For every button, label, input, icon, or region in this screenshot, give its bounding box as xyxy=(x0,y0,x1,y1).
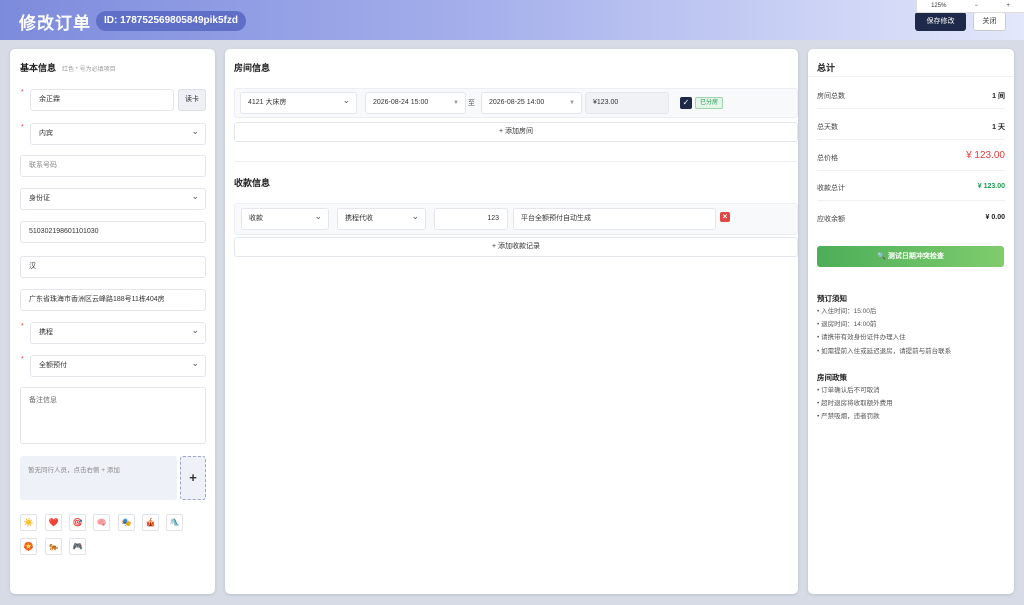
chevron-down-icon: ⌄ xyxy=(411,211,419,221)
balance-due-label: 应收余额 xyxy=(817,216,845,223)
total-received-label: 收款总计 xyxy=(817,185,845,192)
basic-info-title: 基本信息 xyxy=(20,63,57,73)
ethnicity-input[interactable]: 汉 xyxy=(20,256,206,278)
total-price-label: 总价格 xyxy=(817,155,838,162)
room-policy-item: • 订单确认后不可取消 xyxy=(817,387,880,394)
payment-type-select[interactable]: 收款 ⌄ xyxy=(241,208,329,230)
payment-method-select[interactable]: 携程代收 ⌄ xyxy=(337,208,426,230)
payment-amount-input[interactable]: 123 xyxy=(434,208,508,230)
summary-divider xyxy=(808,76,1014,77)
close-button[interactable]: 关闭 xyxy=(973,12,1006,31)
source-value: 携程 xyxy=(39,329,53,336)
booking-notice-item: • 入住时间：15:00后 xyxy=(817,308,877,315)
add-payment-button[interactable]: + 添加收款记录 xyxy=(234,237,798,257)
phone-input[interactable]: 联系号码 xyxy=(20,155,206,177)
order-id-badge: ID: 178752569805849pik5fzd xyxy=(96,11,246,31)
total-price-value: ¥ 123.00 xyxy=(966,150,1005,161)
search-icon: 🔍 xyxy=(877,253,886,260)
room-price-input[interactable]: ¥123.00 xyxy=(585,92,669,114)
rooms-title: 房间信息 xyxy=(234,63,271,73)
circus-emoji-button[interactable]: 🎪 xyxy=(142,514,159,531)
room-value: 4121 大床房 xyxy=(248,99,287,106)
address-input[interactable]: 广东省珠海市香洲区云峰路188号11栋404房 xyxy=(20,289,206,311)
payment-type-value: 全额预付 xyxy=(39,362,67,369)
balance-due-value: ¥ 0.00 xyxy=(985,214,1005,221)
room-policy-item: • 超时退房将收取额外费用 xyxy=(817,400,893,407)
total-rooms-value: 1 间 xyxy=(992,93,1005,100)
total-days-row: 总天数 1 天 xyxy=(817,122,1005,140)
required-star: * xyxy=(21,323,24,330)
tiger-emoji-button[interactable]: 🐅 xyxy=(45,538,62,555)
add-room-button[interactable]: + 添加房间 xyxy=(234,122,798,142)
required-star: * xyxy=(21,356,24,363)
booking-notice-item: • 退房时间：14:00前 xyxy=(817,321,877,328)
checkin-value: 2026-08-24 15:00 xyxy=(373,99,429,106)
chevron-down-icon: ⌄ xyxy=(314,211,322,221)
companions-empty-text: 暂无同行人员，点击右侧 + 添加 xyxy=(20,456,177,500)
booking-notice-item: • 如需提前入住或延迟退房，请提前与前台联系 xyxy=(817,348,952,355)
assigned-status-badge: 已分房 xyxy=(695,97,724,109)
total-received-row: 收款总计 ¥ 123.00 xyxy=(817,183,1005,201)
room-policy-item: • 严禁吸烟，违者罚款 xyxy=(817,413,880,420)
payment-type-select[interactable]: 全额预付 xyxy=(30,353,206,377)
slide-emoji-button[interactable]: 🛝 xyxy=(166,514,183,531)
payment-note-input[interactable]: 平台全额预付自动生成 xyxy=(513,208,716,230)
masks-emoji-button[interactable]: 🎭 xyxy=(118,514,135,531)
basic-info-heading: 基本信息 红色 * 号为必填项目 xyxy=(20,61,116,74)
required-star: * xyxy=(21,124,24,131)
id-type-value: 身份证 xyxy=(29,195,50,202)
caret-down-icon: ▼ xyxy=(569,100,575,106)
gamepad-emoji-button[interactable]: 🎮 xyxy=(69,538,86,555)
required-star: * xyxy=(21,89,24,96)
heart-emoji-button[interactable]: ❤️ xyxy=(45,514,62,531)
guest-type-select[interactable]: 内宾 xyxy=(30,121,206,145)
guest-type-value: 内宾 xyxy=(39,130,53,137)
checkout-date-input[interactable]: 2026-08-25 14:00 ▼ xyxy=(481,92,582,114)
chevron-down-icon: ⌄ xyxy=(342,95,350,105)
date-conflict-check-button[interactable]: 🔍 测试日期冲突检查 xyxy=(817,246,1004,267)
guest-name-input[interactable]: 余正霖 xyxy=(30,89,174,111)
total-rooms-label: 房间总数 xyxy=(817,93,845,100)
payments-title: 收款信息 xyxy=(234,178,271,188)
booking-notice-title: 预订须知 xyxy=(817,294,847,303)
date-range-separator: 至 xyxy=(468,100,475,107)
brain-emoji-button[interactable]: 🧠 xyxy=(93,514,110,531)
total-received-value: ¥ 123.00 xyxy=(977,183,1005,190)
target-emoji-button[interactable]: 🎯 xyxy=(69,514,86,531)
caret-down-icon: ▼ xyxy=(453,100,459,106)
total-price-row: 总价格 ¥ 123.00 xyxy=(817,150,1005,171)
total-rooms-row: 房间总数 1 间 xyxy=(817,91,1005,109)
balance-due-row: 应收余额 ¥ 0.00 xyxy=(817,214,1005,231)
read-card-button[interactable]: 读卡 xyxy=(178,89,206,111)
source-select[interactable]: 携程 xyxy=(30,320,206,344)
room-select[interactable]: 4121 大床房 ⌄ xyxy=(240,92,357,114)
summary-title: 总计 xyxy=(817,63,836,73)
booking-notice-item: • 请携带有效身份证件办理入住 xyxy=(817,334,906,341)
section-divider xyxy=(234,161,798,162)
id-type-select[interactable]: 身份证 xyxy=(20,186,206,210)
page-title: 修改订单 xyxy=(19,14,91,33)
zoom-control: 125% − + xyxy=(916,0,1024,13)
payment-type-value: 收款 xyxy=(249,215,263,222)
total-days-label: 总天数 xyxy=(817,124,838,131)
checkout-value: 2026-08-25 14:00 xyxy=(489,99,545,106)
room-policy-title: 房间政策 xyxy=(817,373,847,382)
required-hint: 红色 * 号为必填项目 xyxy=(62,67,116,73)
sun-emoji-button[interactable]: ☀️ xyxy=(20,514,37,531)
date-conflict-check-label: 测试日期冲突检查 xyxy=(887,253,944,260)
zoom-level: 125% xyxy=(931,3,947,9)
add-companion-button[interactable]: + xyxy=(180,456,206,500)
assigned-checkbox[interactable]: ✓ xyxy=(680,97,692,109)
zoom-out-button[interactable]: − xyxy=(975,3,979,9)
checkin-date-input[interactable]: 2026-08-24 15:00 ▼ xyxy=(365,92,466,114)
rosette-emoji-button[interactable]: 🏵️ xyxy=(20,538,37,555)
id-number-input[interactable]: 510302198601101030 xyxy=(20,221,206,243)
remarks-textarea[interactable]: 备注信息 xyxy=(20,387,206,444)
zoom-in-button[interactable]: + xyxy=(1006,3,1010,9)
delete-payment-icon[interactable]: × xyxy=(720,212,730,222)
total-days-value: 1 天 xyxy=(992,124,1005,131)
save-button[interactable]: 保存修改 xyxy=(915,12,966,31)
payment-method-value: 携程代收 xyxy=(345,215,373,222)
